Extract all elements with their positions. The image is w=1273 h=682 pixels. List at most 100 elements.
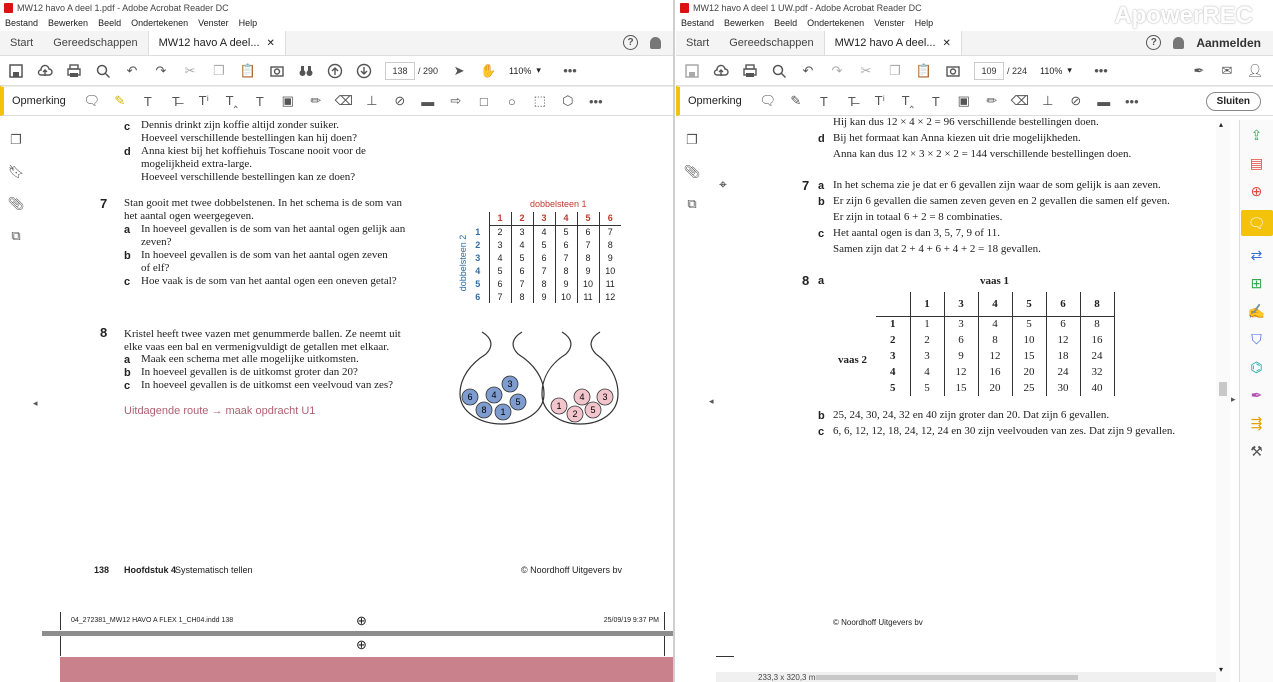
page-thumbnails-icon[interactable]: ❐ bbox=[8, 132, 24, 148]
export-pdf-icon[interactable]: ⇪ bbox=[1248, 126, 1266, 144]
create-pdf-icon[interactable]: ⊕ bbox=[1248, 182, 1266, 200]
menu-beeld[interactable]: Beeld bbox=[98, 18, 121, 28]
save-icon[interactable] bbox=[684, 63, 700, 79]
strikethrough-text-icon[interactable]: T̶ bbox=[844, 93, 860, 109]
highlighter-icon[interactable]: ✎ bbox=[788, 93, 804, 109]
more-tools-icon[interactable]: ••• bbox=[588, 93, 604, 109]
more-tools-icon[interactable]: ••• bbox=[1124, 93, 1140, 109]
menu-venster[interactable]: Venster bbox=[874, 18, 905, 28]
send-for-review-icon[interactable]: ⇶ bbox=[1248, 414, 1266, 432]
strikethrough-text-icon[interactable]: T̶ bbox=[168, 93, 184, 109]
arrow-icon[interactable]: ⇨ bbox=[448, 93, 464, 109]
layers-icon[interactable]: ⧉ bbox=[684, 196, 700, 212]
help-icon[interactable]: ? bbox=[623, 35, 638, 50]
polygon-icon[interactable]: ⬡ bbox=[560, 93, 576, 109]
bookmark-icon[interactable]: 🔖︎ bbox=[8, 164, 25, 180]
clipboard-icon[interactable]: 📋 bbox=[916, 63, 932, 79]
sign-in-button[interactable]: Aanmelden bbox=[1196, 36, 1261, 50]
scroll-up-icon[interactable]: ▴ bbox=[1219, 120, 1223, 129]
tab-document[interactable]: MW12 havo A deel... ✕ bbox=[823, 31, 962, 55]
scroll-down-icon[interactable]: ▾ bbox=[1219, 665, 1223, 674]
cut-icon[interactable]: ✂ bbox=[182, 63, 198, 79]
page-number-input[interactable]: 109 bbox=[974, 61, 1004, 80]
replace-text-icon[interactable]: Tⁱ bbox=[196, 93, 212, 109]
text-box-icon[interactable]: ▣ bbox=[280, 93, 296, 109]
menu-bewerken[interactable]: Bewerken bbox=[48, 18, 88, 28]
bell-icon[interactable] bbox=[650, 36, 661, 49]
tab-start[interactable]: Start bbox=[676, 31, 719, 55]
copy-icon[interactable]: ❐ bbox=[211, 63, 227, 79]
sign-icon[interactable]: ✒ bbox=[1248, 386, 1266, 404]
menu-ondertekenen[interactable]: Ondertekenen bbox=[807, 18, 864, 28]
stamp-icon[interactable]: ⊥ bbox=[364, 93, 380, 109]
stamp-icon[interactable]: ⊥ bbox=[1040, 93, 1056, 109]
eraser-icon[interactable]: ⌫ bbox=[335, 93, 353, 109]
camera-icon[interactable] bbox=[269, 63, 285, 79]
zoom-dropdown[interactable]: 110% ▾ bbox=[1040, 65, 1080, 76]
highlighter-icon[interactable]: ✎ bbox=[112, 93, 128, 109]
oval-icon[interactable]: ○ bbox=[504, 93, 520, 109]
underline-text-icon[interactable]: T bbox=[816, 93, 832, 109]
underline-text-icon[interactable]: T bbox=[140, 93, 156, 109]
cut-icon[interactable]: ✂ bbox=[858, 63, 874, 79]
close-tab-icon[interactable]: ✕ bbox=[943, 38, 951, 49]
redo-icon[interactable]: ↷ bbox=[829, 63, 845, 79]
menu-beeld[interactable]: Beeld bbox=[774, 18, 797, 28]
enhance-scan-icon[interactable]: ⌬ bbox=[1248, 358, 1266, 376]
copy-icon[interactable]: ❐ bbox=[887, 63, 903, 79]
print-icon[interactable] bbox=[66, 63, 82, 79]
sticky-note-icon[interactable]: 🗨 bbox=[84, 93, 101, 109]
share-user-icon[interactable]: 👤︎ bbox=[1247, 63, 1264, 79]
collapse-left-icon[interactable]: ◂ bbox=[709, 396, 714, 407]
email-icon[interactable]: ✉ bbox=[1219, 63, 1235, 79]
cloud-upload-icon[interactable] bbox=[37, 63, 53, 79]
menu-bestand[interactable]: Bestand bbox=[5, 18, 38, 28]
more-options-icon[interactable]: ••• bbox=[1093, 63, 1109, 79]
tab-tools[interactable]: Gereedschappen bbox=[43, 31, 147, 55]
vertical-scrollbar[interactable]: ▴ ▾ bbox=[1216, 120, 1230, 682]
eraser-icon[interactable]: ⌫ bbox=[1011, 93, 1029, 109]
insert-text-icon[interactable]: T‸ bbox=[224, 93, 240, 109]
pencil-icon[interactable]: ✏ bbox=[984, 93, 1000, 109]
undo-icon[interactable]: ↶ bbox=[124, 63, 140, 79]
text-box-icon[interactable]: ▣ bbox=[956, 93, 972, 109]
collapse-left-icon[interactable]: ◂ bbox=[33, 398, 38, 409]
add-text-icon[interactable]: T bbox=[252, 93, 268, 109]
horizontal-scroll-thumb[interactable] bbox=[816, 675, 1078, 680]
pencil-icon[interactable]: ✏ bbox=[308, 93, 324, 109]
attachment-icon[interactable]: 📎︎ bbox=[684, 164, 701, 180]
zoom-dropdown[interactable]: 110% ▾ bbox=[509, 65, 549, 76]
replace-text-icon[interactable]: Tⁱ bbox=[872, 93, 888, 109]
clipboard-icon[interactable]: 📋 bbox=[240, 63, 256, 79]
hand-tool-icon[interactable]: ✋ bbox=[480, 63, 496, 79]
tab-start[interactable]: Start bbox=[0, 31, 43, 55]
redo-icon[interactable]: ↷ bbox=[153, 63, 169, 79]
sign-pen-icon[interactable]: ✒ bbox=[1191, 63, 1207, 79]
more-tools-icon[interactable]: ⚒ bbox=[1248, 442, 1266, 460]
page-down-icon[interactable] bbox=[356, 63, 372, 79]
insert-text-icon[interactable]: T‸ bbox=[900, 93, 916, 109]
search-icon[interactable] bbox=[95, 63, 111, 79]
attachment-icon[interactable]: 📎︎ bbox=[8, 196, 25, 212]
menu-ondertekenen[interactable]: Ondertekenen bbox=[131, 18, 188, 28]
organize-pages-icon[interactable]: ▤ bbox=[1248, 154, 1266, 172]
cloud-upload-icon[interactable] bbox=[713, 63, 729, 79]
line-icon[interactable]: ▬ bbox=[420, 93, 436, 109]
close-tab-icon[interactable]: ✕ bbox=[267, 38, 275, 49]
scroll-thumb[interactable] bbox=[1219, 382, 1227, 396]
horizontal-scrollbar[interactable]: 233,3 x 320,3 mm bbox=[716, 672, 1216, 682]
more-options-icon[interactable]: ••• bbox=[562, 63, 578, 79]
menu-bestand[interactable]: Bestand bbox=[681, 18, 714, 28]
menu-bewerken[interactable]: Bewerken bbox=[724, 18, 764, 28]
collapse-right-icon[interactable]: ▸ bbox=[1231, 394, 1236, 405]
add-text-icon[interactable]: T bbox=[928, 93, 944, 109]
tab-document[interactable]: MW12 havo A deel... ✕ bbox=[147, 31, 286, 55]
binoculars-icon[interactable] bbox=[298, 63, 314, 79]
layers-icon[interactable]: ⧉ bbox=[8, 228, 24, 244]
line-icon[interactable]: ▬ bbox=[1096, 93, 1112, 109]
page-number-input[interactable]: 138 bbox=[385, 61, 415, 80]
compress-pdf-icon[interactable]: ⊞ bbox=[1248, 274, 1266, 292]
attach-icon[interactable]: ⊘ bbox=[392, 93, 408, 109]
save-icon[interactable] bbox=[8, 63, 24, 79]
comment-tool-icon[interactable]: 🗨 bbox=[1240, 210, 1273, 236]
